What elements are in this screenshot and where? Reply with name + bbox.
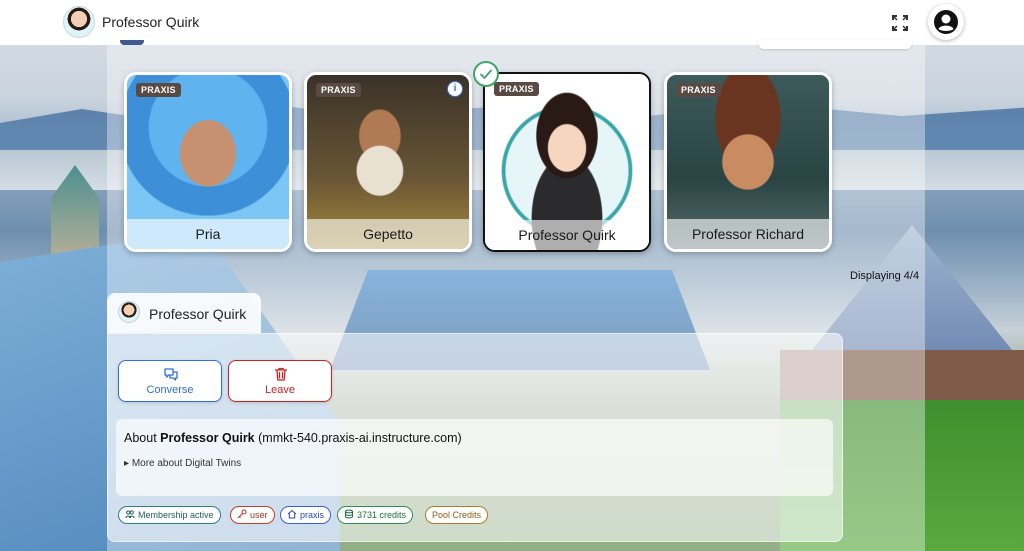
disclosure-triangle-icon: ▸ [124, 458, 130, 469]
people-icon [125, 510, 135, 519]
card-gepetto[interactable]: PRAXIS i Gepetto [304, 72, 472, 252]
chat-icon [164, 368, 178, 381]
more-about-toggle[interactable]: ▸ More about Digital Twins [124, 458, 241, 469]
key-icon [237, 509, 247, 519]
praxis-badge: PRAXIS [136, 83, 181, 97]
detail-tab[interactable]: Professor Quirk [107, 293, 261, 333]
card-professor-richard[interactable]: PRAXIS Professor Richard [664, 72, 832, 252]
praxis-badge: PRAXIS [676, 83, 721, 97]
info-icon[interactable]: i [447, 81, 463, 97]
pool-credits-pill[interactable]: Pool Credits [425, 506, 489, 524]
about-name: Professor Quirk [160, 431, 255, 445]
about-prefix: About [124, 431, 157, 445]
selected-check-icon [473, 61, 499, 87]
converse-button[interactable]: Converse [118, 360, 222, 402]
praxis-badge: PRAXIS [494, 82, 539, 96]
home-icon [287, 509, 297, 519]
avatar[interactable] [63, 6, 95, 38]
membership-pill[interactable]: Membership active [118, 506, 221, 524]
about-section: About Professor Quirk (mmkt-540.praxis-a… [116, 419, 833, 496]
displaying-count: Displaying 4/4 [850, 270, 920, 282]
about-domain: (mmkt-540.praxis-ai.instructure.com) [258, 431, 462, 445]
trash-icon [274, 367, 288, 381]
user-pill[interactable]: user [230, 506, 275, 524]
converse-label: Converse [146, 384, 194, 396]
tab-indicator [120, 40, 144, 45]
praxis-label: praxis [300, 510, 325, 520]
search-bar-edge[interactable] [758, 40, 912, 49]
user-label: user [250, 510, 268, 520]
avatar [118, 301, 140, 323]
card-name: Pria [127, 219, 289, 249]
expand-icon[interactable] [891, 14, 909, 32]
card-name: Professor Quirk [485, 220, 649, 250]
leave-button[interactable]: Leave [228, 360, 332, 402]
account-button[interactable] [928, 4, 964, 40]
membership-label: Membership active [138, 510, 214, 520]
credits-pill[interactable]: 3731 credits [337, 506, 414, 524]
account-circle-icon [934, 10, 958, 34]
praxis-badge: PRAXIS [316, 83, 361, 97]
card-name: Gepetto [307, 219, 469, 249]
leave-label: Leave [265, 384, 295, 396]
top-bar: Professor Quirk [0, 0, 1024, 45]
detail-tab-name: Professor Quirk [149, 306, 247, 322]
card-name: Professor Richard [667, 219, 829, 249]
pool-credits-label: Pool Credits [432, 510, 482, 520]
app-title: Professor Quirk [102, 14, 200, 30]
about-heading: About Professor Quirk (mmkt-540.praxis-a… [124, 431, 462, 445]
database-icon [345, 509, 353, 519]
praxis-pill[interactable]: praxis [280, 506, 332, 524]
card-professor-quirk[interactable]: PRAXIS Professor Quirk [483, 72, 651, 252]
card-pria[interactable]: PRAXIS Pria [124, 72, 292, 252]
credits-label: 3731 credits [357, 510, 407, 520]
more-about-label: More about Digital Twins [131, 458, 242, 469]
